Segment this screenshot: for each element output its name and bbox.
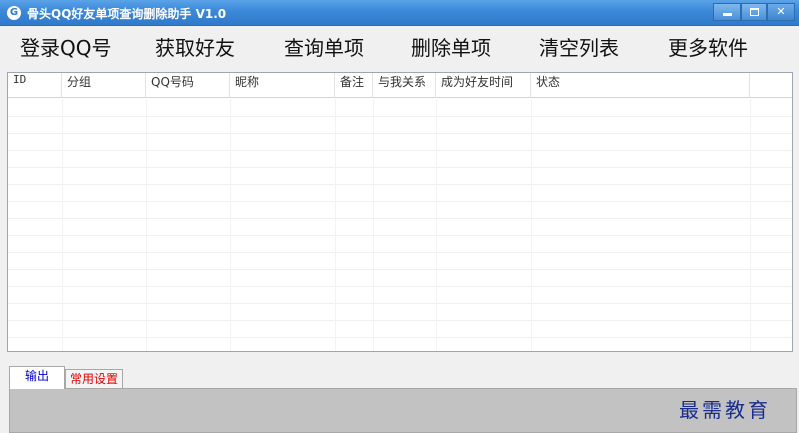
column-divider xyxy=(62,99,63,351)
grid-line xyxy=(8,269,792,270)
minimize-icon xyxy=(722,13,732,16)
column-divider xyxy=(436,99,437,351)
column-divider xyxy=(531,99,532,351)
grid-line xyxy=(8,150,792,151)
column-header-id[interactable]: ID xyxy=(8,73,62,98)
grid-line xyxy=(8,184,792,185)
close-button[interactable]: ✕ xyxy=(767,3,795,21)
friends-list[interactable]: ID 分组 QQ号码 昵称 备注 与我关系 成为好友时间 状态 xyxy=(7,72,793,352)
more-software-button[interactable]: 更多软件 xyxy=(668,32,748,60)
grid-line xyxy=(8,133,792,134)
grid-line xyxy=(8,218,792,219)
column-header-qq-number[interactable]: QQ号码 xyxy=(146,73,230,98)
column-header-group[interactable]: 分组 xyxy=(62,73,146,98)
column-divider xyxy=(230,99,231,351)
list-header: ID 分组 QQ号码 昵称 备注 与我关系 成为好友时间 状态 xyxy=(8,73,792,98)
tab-common-settings[interactable]: 常用设置 xyxy=(65,369,123,389)
query-item-button[interactable]: 查询单项 xyxy=(284,32,364,60)
minimize-button[interactable] xyxy=(713,3,741,21)
column-header-remark[interactable]: 备注 xyxy=(335,73,373,98)
window-title: 骨头QQ好友单项查询删除助手 V1.0 xyxy=(27,7,227,21)
list-body[interactable] xyxy=(8,99,792,351)
column-header-status[interactable]: 状态 xyxy=(531,73,750,98)
column-header-filler xyxy=(750,73,792,98)
delete-item-button[interactable]: 删除单项 xyxy=(411,32,491,60)
grid-line xyxy=(8,116,792,117)
column-header-relation[interactable]: 与我关系 xyxy=(373,73,436,98)
menu-bar: 登录QQ号 获取好友 查询单项 删除单项 清空列表 更多软件 xyxy=(0,26,799,66)
grid-line xyxy=(8,235,792,236)
grid-line xyxy=(8,252,792,253)
column-divider xyxy=(335,99,336,351)
grid-line xyxy=(8,286,792,287)
clear-list-button[interactable]: 清空列表 xyxy=(539,32,619,60)
close-icon: ✕ xyxy=(776,5,786,18)
maximize-button[interactable] xyxy=(741,3,767,21)
maximize-icon xyxy=(749,8,759,16)
column-divider xyxy=(750,99,751,351)
grid-line xyxy=(8,320,792,321)
grid-line xyxy=(8,303,792,304)
column-header-friend-since[interactable]: 成为好友时间 xyxy=(436,73,531,98)
get-friends-button[interactable]: 获取好友 xyxy=(155,32,235,60)
column-header-nickname[interactable]: 昵称 xyxy=(230,73,335,98)
tab-output[interactable]: 输出 xyxy=(9,366,65,389)
column-divider xyxy=(373,99,374,351)
title-bar[interactable]: G 骨头QQ好友单项查询删除助手 V1.0 ✕ xyxy=(0,0,799,26)
watermark-text: 最需教育 xyxy=(679,398,771,422)
grid-line xyxy=(8,167,792,168)
grid-line xyxy=(8,337,792,338)
app-icon: G xyxy=(7,6,21,20)
login-qq-button[interactable]: 登录QQ号 xyxy=(20,32,111,60)
grid-line xyxy=(8,201,792,202)
column-divider xyxy=(146,99,147,351)
